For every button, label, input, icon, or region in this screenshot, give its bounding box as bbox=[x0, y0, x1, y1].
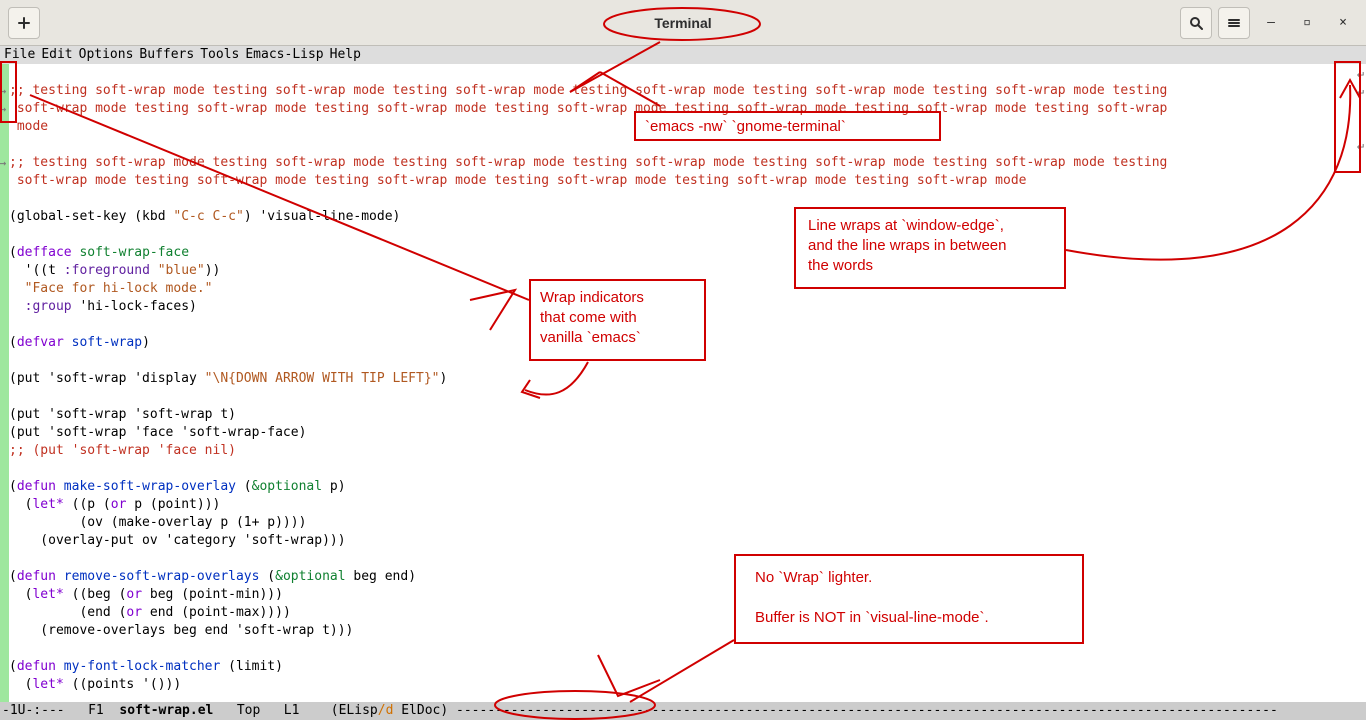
code-line: (global-set-key (kbd "C-c C-c") 'visual-… bbox=[9, 209, 400, 224]
code-line: (defface soft-wrap-face bbox=[9, 245, 189, 260]
code-line: (let* ((points '())) bbox=[9, 677, 181, 692]
menu-buffers[interactable]: Buffers bbox=[139, 46, 200, 64]
wrap-indicator-icon: ↵ bbox=[1357, 136, 1364, 154]
search-icon bbox=[1189, 16, 1203, 30]
code-line: soft-wrap mode testing soft-wrap mode te… bbox=[9, 173, 1026, 188]
wrap-continuation-icon: → bbox=[0, 154, 6, 172]
code-line: mode bbox=[9, 119, 48, 134]
plus-icon bbox=[17, 16, 31, 30]
code-line: soft-wrap mode testing soft-wrap mode te… bbox=[9, 101, 1167, 116]
minimize-button[interactable]: — bbox=[1256, 8, 1286, 38]
code-line: (let* ((p (or p (point))) bbox=[9, 497, 220, 512]
menu-emacs-lisp[interactable]: Emacs-Lisp bbox=[245, 46, 329, 64]
buffer-text[interactable]: ;; testing soft-wrap mode testing soft-w… bbox=[9, 64, 1366, 702]
menu-file[interactable]: File bbox=[4, 46, 41, 64]
maximize-button[interactable]: ▫ bbox=[1292, 8, 1322, 38]
code-line: (overlay-put ov 'category 'soft-wrap))) bbox=[9, 533, 346, 548]
code-line: :group 'hi-lock-faces) bbox=[9, 299, 197, 314]
emacs-buffer[interactable]: ;; testing soft-wrap mode testing soft-w… bbox=[0, 64, 1366, 702]
emacs-frame: File Edit Options Buffers Tools Emacs-Li… bbox=[0, 46, 1366, 720]
code-line: (put 'soft-wrap 'face 'soft-wrap-face) bbox=[9, 425, 306, 440]
wrap-continuation-icon: → bbox=[0, 82, 6, 100]
menu-edit[interactable]: Edit bbox=[41, 46, 78, 64]
emacs-menubar[interactable]: File Edit Options Buffers Tools Emacs-Li… bbox=[0, 46, 1366, 64]
menu-options[interactable]: Options bbox=[79, 46, 140, 64]
code-line: (put 'soft-wrap 'soft-wrap t) bbox=[9, 407, 236, 422]
code-line: ;; testing soft-wrap mode testing soft-w… bbox=[9, 155, 1167, 170]
emacs-modeline: -1U-:--- F1 soft-wrap.el Top L1 (ELisp/d… bbox=[0, 702, 1366, 720]
close-button[interactable]: × bbox=[1328, 8, 1358, 38]
code-line: (defun my-font-lock-matcher (limit) bbox=[9, 659, 283, 674]
code-line: '((t :foreground "blue")) bbox=[9, 263, 220, 278]
code-line: (defun remove-soft-wrap-overlays (&optio… bbox=[9, 569, 416, 584]
menu-help[interactable]: Help bbox=[330, 46, 367, 64]
window-title: Terminal bbox=[0, 15, 1366, 31]
wrap-indicator-icon: ↵ bbox=[1357, 82, 1364, 100]
code-line: (put 'soft-wrap 'display "\N{DOWN ARROW … bbox=[9, 371, 447, 386]
code-line: (let* ((beg (or beg (point-min))) bbox=[9, 587, 283, 602]
code-line: (defun make-soft-wrap-overlay (&optional… bbox=[9, 479, 346, 494]
menu-button[interactable] bbox=[1218, 7, 1250, 39]
code-line: "Face for hi-lock mode." bbox=[9, 281, 213, 296]
wrap-continuation-icon: → bbox=[0, 100, 6, 118]
code-line: (ov (make-overlay p (1+ p)))) bbox=[9, 515, 306, 530]
wrap-indicator-icon: ↵ bbox=[1357, 64, 1364, 82]
search-button[interactable] bbox=[1180, 7, 1212, 39]
code-line: (end (or end (point-max)))) bbox=[9, 605, 291, 620]
code-line: ;; testing soft-wrap mode testing soft-w… bbox=[9, 83, 1167, 98]
code-line: (remove-overlays beg end 'soft-wrap t))) bbox=[9, 623, 353, 638]
new-tab-button[interactable] bbox=[8, 7, 40, 39]
window-titlebar: Terminal — ▫ × bbox=[0, 0, 1366, 46]
code-line: (defvar soft-wrap) bbox=[9, 335, 150, 350]
code-line: ;; (put 'soft-wrap 'face nil) bbox=[9, 443, 236, 458]
menu-tools[interactable]: Tools bbox=[200, 46, 245, 64]
hamburger-icon bbox=[1227, 16, 1241, 30]
